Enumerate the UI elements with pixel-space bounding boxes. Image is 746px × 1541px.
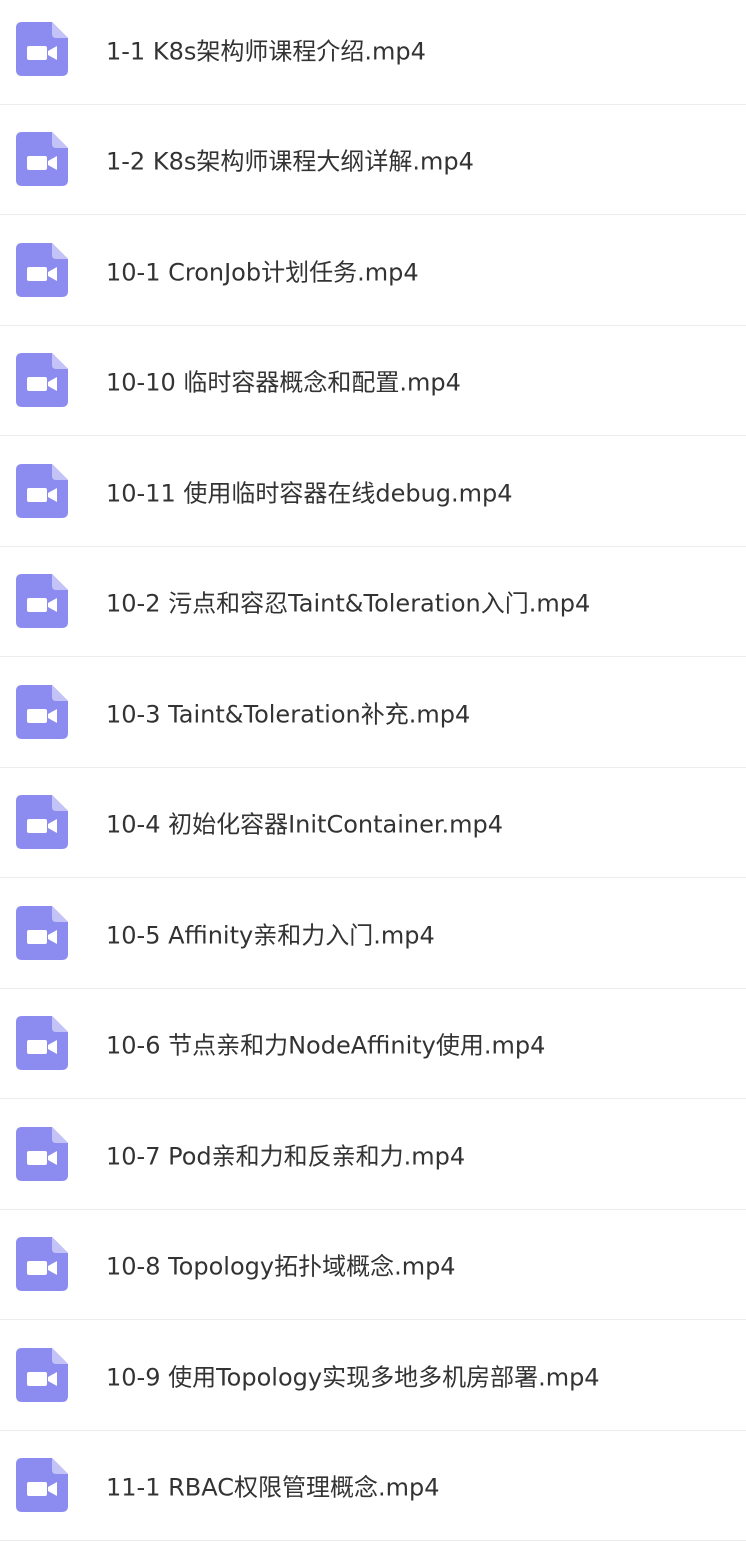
video-file-icon xyxy=(16,243,68,297)
file-name: 10-5 Affinity亲和力入门.mp4 xyxy=(106,915,435,950)
video-file-icon xyxy=(16,1348,68,1402)
file-row[interactable]: 10-11 使用临时容器在线debug.mp4 xyxy=(0,436,746,547)
file-name: 10-11 使用临时容器在线debug.mp4 xyxy=(106,473,513,508)
video-file-icon xyxy=(16,685,68,739)
file-name: 10-2 污点和容忍Taint&Toleration入门.mp4 xyxy=(106,584,590,619)
video-file-icon xyxy=(16,353,68,407)
file-name: 10-1 CronJob计划任务.mp4 xyxy=(106,252,419,287)
video-file-icon xyxy=(16,795,68,849)
file-row[interactable]: 10-3 Taint&Toleration补充.mp4 xyxy=(0,657,746,768)
file-name: 10-10 临时容器概念和配置.mp4 xyxy=(106,363,461,398)
video-file-icon xyxy=(16,1237,68,1291)
file-name: 11-1 RBAC权限管理概念.mp4 xyxy=(106,1468,440,1503)
file-row[interactable]: 10-5 Affinity亲和力入门.mp4 xyxy=(0,878,746,989)
file-row[interactable]: 10-7 Pod亲和力和反亲和力.mp4 xyxy=(0,1099,746,1210)
video-file-icon xyxy=(16,1016,68,1070)
file-name: 10-6 节点亲和力NodeAffinity使用.mp4 xyxy=(106,1026,545,1061)
file-name: 10-7 Pod亲和力和反亲和力.mp4 xyxy=(106,1136,465,1171)
video-file-icon xyxy=(16,132,68,186)
file-row[interactable]: 10-10 临时容器概念和配置.mp4 xyxy=(0,326,746,437)
file-row[interactable]: 10-6 节点亲和力NodeAffinity使用.mp4 xyxy=(0,989,746,1100)
video-file-icon xyxy=(16,1127,68,1181)
file-name: 10-9 使用Topology实现多地多机房部署.mp4 xyxy=(106,1357,600,1392)
video-file-icon xyxy=(16,574,68,628)
video-file-icon xyxy=(16,906,68,960)
file-row[interactable]: 1-1 K8s架构师课程介绍.mp4 xyxy=(0,0,746,105)
video-file-icon xyxy=(16,1458,68,1512)
video-file-icon xyxy=(16,22,68,76)
file-name: 1-2 K8s架构师课程大纲详解.mp4 xyxy=(106,142,474,177)
file-name: 10-4 初始化容器InitContainer.mp4 xyxy=(106,805,503,840)
file-row[interactable]: 10-1 CronJob计划任务.mp4 xyxy=(0,215,746,326)
file-name: 1-1 K8s架构师课程介绍.mp4 xyxy=(106,31,426,66)
file-row[interactable]: 10-2 污点和容忍Taint&Toleration入门.mp4 xyxy=(0,547,746,658)
file-row[interactable]: 1-2 K8s架构师课程大纲详解.mp4 xyxy=(0,105,746,216)
file-row[interactable]: 10-8 Topology拓扑域概念.mp4 xyxy=(0,1210,746,1321)
file-list: 1-1 K8s架构师课程介绍.mp4 1-2 K8s架构师课程大纲详解.mp4 … xyxy=(0,0,746,1541)
file-row[interactable]: 10-4 初始化容器InitContainer.mp4 xyxy=(0,768,746,879)
file-name: 10-8 Topology拓扑域概念.mp4 xyxy=(106,1247,456,1282)
file-row[interactable]: 11-1 RBAC权限管理概念.mp4 xyxy=(0,1431,746,1541)
file-row[interactable]: 10-9 使用Topology实现多地多机房部署.mp4 xyxy=(0,1320,746,1431)
video-file-icon xyxy=(16,464,68,518)
file-name: 10-3 Taint&Toleration补充.mp4 xyxy=(106,694,470,729)
